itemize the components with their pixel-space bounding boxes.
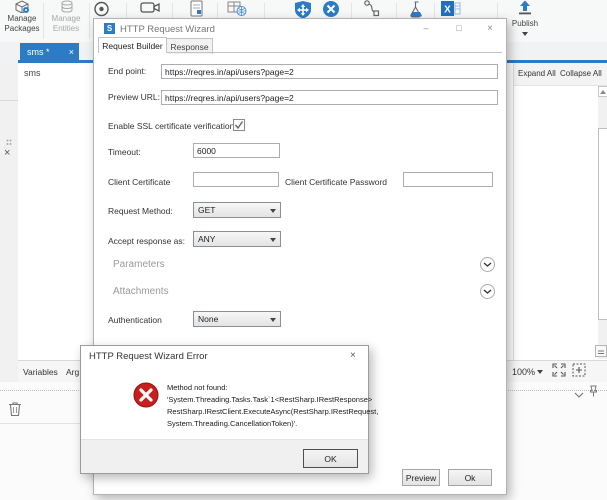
- authentication-label: Authentication: [108, 315, 162, 325]
- error-message-line1: Method not found:: [167, 383, 228, 392]
- zoom-reset-icon[interactable]: [572, 363, 586, 379]
- publish-button[interactable]: Publish: [500, 0, 550, 42]
- variables-tab[interactable]: Variables: [23, 367, 58, 377]
- fit-to-screen-icon[interactable]: [552, 363, 566, 379]
- parameters-expand-button[interactable]: [480, 257, 495, 272]
- error-dialog-close-icon[interactable]: ×: [350, 350, 356, 361]
- timeout-label: Timeout:: [108, 147, 141, 157]
- http-request-wizard-error-dialog: HTTP Request Wizard Error × Method not f…: [80, 345, 378, 474]
- sequence-doc-icon: [190, 0, 202, 17]
- options-lines-icon: [598, 350, 604, 354]
- tab-sms-label: sms *: [27, 47, 50, 57]
- manage-entities-label: Manage Entities: [51, 14, 81, 33]
- authentication-value: None: [198, 314, 219, 324]
- data-scraping-icon: [227, 1, 247, 16]
- timeout-input[interactable]: [193, 143, 280, 158]
- accept-response-label: Accept response as:: [108, 236, 186, 246]
- error-message-line3: RestSharp.IRestClient.ExecuteAsync(RestS…: [167, 407, 379, 416]
- shield-arrows-icon: [295, 1, 311, 19]
- panel-pin-icon[interactable]: [589, 384, 598, 402]
- panel-close-icon[interactable]: ×: [4, 147, 10, 159]
- error-message-line2: 'System.Threading.Tasks.Task`1<RestSharp…: [167, 395, 373, 404]
- client-certificate-password-input[interactable]: [403, 172, 493, 187]
- chevron-down-icon: [483, 289, 492, 294]
- ribbon-separator: [43, 3, 44, 39]
- check-icon: [234, 121, 244, 130]
- authentication-dropdown[interactable]: None: [193, 311, 281, 327]
- manage-entities-button[interactable]: Manage Entities: [45, 0, 88, 42]
- tab-request-builder[interactable]: Request Builder: [98, 37, 167, 53]
- error-dialog-title: HTTP Request Wizard Error: [89, 351, 208, 362]
- endpoint-label: End point:: [108, 66, 147, 76]
- breadcrumb[interactable]: sms: [24, 68, 41, 78]
- dropdown-chevron-icon: [270, 318, 276, 322]
- panel-options-button[interactable]: [595, 345, 607, 357]
- accept-response-value: ANY: [198, 234, 216, 244]
- error-icon: [133, 382, 159, 413]
- request-method-value: GET: [198, 205, 216, 215]
- properties-panel-header: Expand All Collapse All: [514, 63, 607, 86]
- wizard-ok-button[interactable]: Ok: [448, 469, 492, 486]
- ssl-checkbox[interactable]: [233, 119, 245, 131]
- collapse-all-link[interactable]: Collapse All: [560, 69, 602, 78]
- wizard-title: HTTP Request Wizard: [120, 24, 215, 35]
- request-method-dropdown[interactable]: GET: [193, 202, 281, 218]
- publish-upload-icon: [517, 0, 533, 20]
- error-message-line4: System.Threading.CancellationToken)'.: [167, 419, 298, 428]
- preview-url-input[interactable]: [161, 90, 498, 105]
- accept-response-dropdown[interactable]: ANY: [193, 231, 281, 247]
- arguments-tab[interactable]: Arg: [66, 367, 79, 377]
- wiring-icon: [364, 0, 380, 17]
- tab-close-icon[interactable]: ×: [69, 47, 74, 57]
- zoom-chevron-down-icon[interactable]: [537, 370, 543, 374]
- request-method-label: Request Method:: [108, 206, 173, 216]
- chevron-down-icon: [483, 262, 492, 267]
- parameters-section-header[interactable]: Parameters: [113, 259, 165, 270]
- panel-chevron-down-icon[interactable]: [574, 386, 584, 404]
- properties-panel: Expand All Collapse All: [513, 63, 607, 360]
- divider: [0, 100, 18, 101]
- svg-text:X: X: [444, 5, 451, 16]
- attachments-expand-button[interactable]: [480, 284, 495, 299]
- endpoint-input[interactable]: [161, 64, 498, 79]
- app-window: Manage Packages Manage Entities X Publis…: [0, 0, 607, 500]
- client-certificate-label: Client Certificate: [108, 177, 171, 187]
- preview-url-label: Preview URL:: [108, 92, 160, 102]
- client-certificate-password-label: Client Certificate Password: [285, 177, 388, 187]
- arrow-up-icon: [600, 90, 606, 94]
- remove-circle-icon: [323, 1, 339, 17]
- preview-button[interactable]: Preview: [402, 469, 440, 486]
- zoom-level[interactable]: 100%: [512, 367, 535, 377]
- publish-label: Publish: [511, 19, 539, 28]
- manage-packages-label: Manage Packages: [4, 14, 40, 33]
- tab-sms[interactable]: sms * ×: [20, 43, 79, 61]
- test-flask-icon: [409, 1, 422, 18]
- trash-icon[interactable]: [8, 401, 22, 422]
- record-icon: [93, 1, 109, 17]
- wizard-icon: S: [104, 23, 115, 34]
- error-dialog-footer: OK: [81, 439, 368, 473]
- attachments-section-header[interactable]: Attachments: [113, 286, 169, 297]
- manage-packages-button[interactable]: Manage Packages: [1, 0, 43, 42]
- publish-chevron-down-icon: [522, 32, 528, 36]
- scrollbar-thumb[interactable]: [598, 128, 607, 320]
- dropdown-chevron-icon: [270, 209, 276, 213]
- divider: [0, 423, 92, 424]
- camera-icon: [139, 2, 160, 13]
- close-button[interactable]: ×: [480, 23, 500, 36]
- error-ok-button[interactable]: OK: [303, 449, 358, 468]
- dropdown-chevron-icon: [270, 238, 276, 242]
- minimize-button[interactable]: –: [416, 23, 436, 36]
- scrollbar-up-button[interactable]: [598, 86, 607, 97]
- client-certificate-input[interactable]: [193, 172, 279, 187]
- expand-all-link[interactable]: Expand All: [518, 69, 556, 78]
- ssl-label: Enable SSL certificate verification: [108, 121, 235, 131]
- maximize-button[interactable]: □: [449, 23, 469, 36]
- excel-icon: X: [441, 1, 461, 16]
